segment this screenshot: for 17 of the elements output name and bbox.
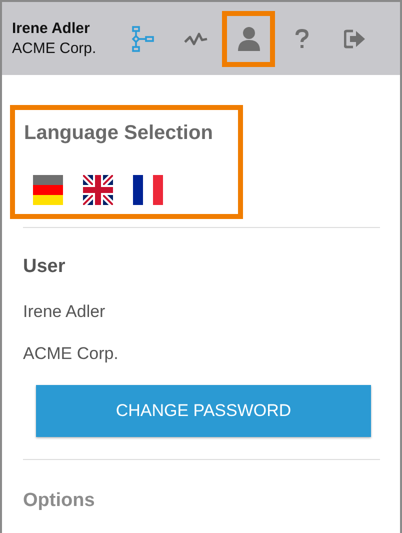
user-name: Irene Adler [23, 302, 106, 322]
section-title: User [23, 256, 66, 278]
help-icon [294, 28, 308, 48]
user-button[interactable] [222, 10, 275, 66]
british-flag-icon[interactable] [83, 175, 113, 205]
flowchart-icon [130, 26, 154, 52]
logout-icon [344, 28, 366, 48]
section-title: Options [23, 490, 95, 512]
company-name: ACME Corp. [23, 344, 120, 364]
german-flag-icon[interactable] [33, 175, 63, 205]
company-name: ACME Corp. [12, 40, 98, 57]
french-flag-icon[interactable] [133, 175, 163, 205]
user-icon [238, 26, 260, 50]
user-name: Irene Adler [12, 20, 91, 37]
section-title: Language Selection [24, 122, 214, 145]
activity-icon [184, 32, 208, 46]
change-password-button[interactable]: CHANGE PASSWORD [36, 385, 371, 437]
